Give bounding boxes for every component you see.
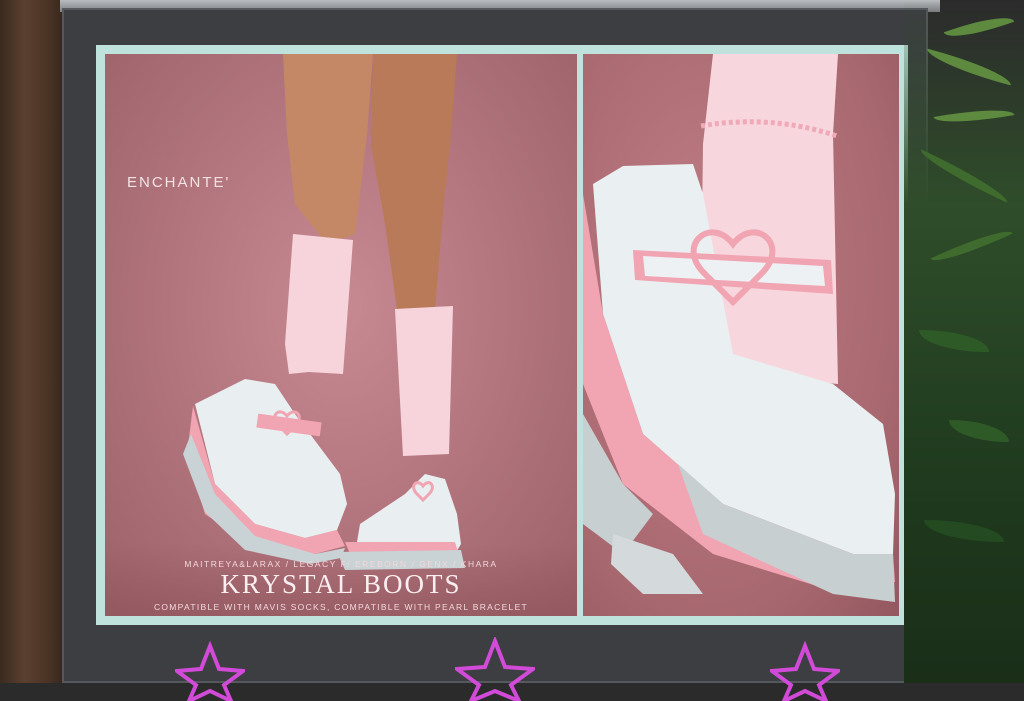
wooden-wall: [0, 0, 70, 683]
neon-star-icon: [175, 641, 245, 701]
right-sock: [395, 306, 453, 456]
product-poster: ENCHANTE' MAITREYA&LARAX / LEGACY F/ ERE…: [96, 45, 908, 625]
accessory-compatibility: COMPATIBLE WITH MAVIS SOCKS, COMPATIBLE …: [153, 602, 529, 612]
body-compatibility-list: MAITREYA&LARAX / LEGACY F/ EREBORN / GEN…: [184, 559, 498, 569]
closeup-panel: [583, 54, 899, 616]
shoe-closeup-illustration: [583, 54, 895, 602]
brand-logo: ENCHANTE': [127, 174, 231, 191]
right-shoe: [337, 474, 465, 570]
full-view-panel: ENCHANTE' MAITREYA&LARAX / LEGACY F/ ERE…: [105, 54, 577, 616]
neon-star-icon: [455, 637, 535, 701]
product-title: KRYSTAL BOOTS: [220, 569, 462, 599]
neon-star-icon: [770, 641, 840, 701]
plant-foliage: [904, 0, 1024, 683]
left-sock: [285, 234, 353, 374]
left-shoe: [183, 379, 347, 564]
legs-illustration: [183, 54, 465, 570]
